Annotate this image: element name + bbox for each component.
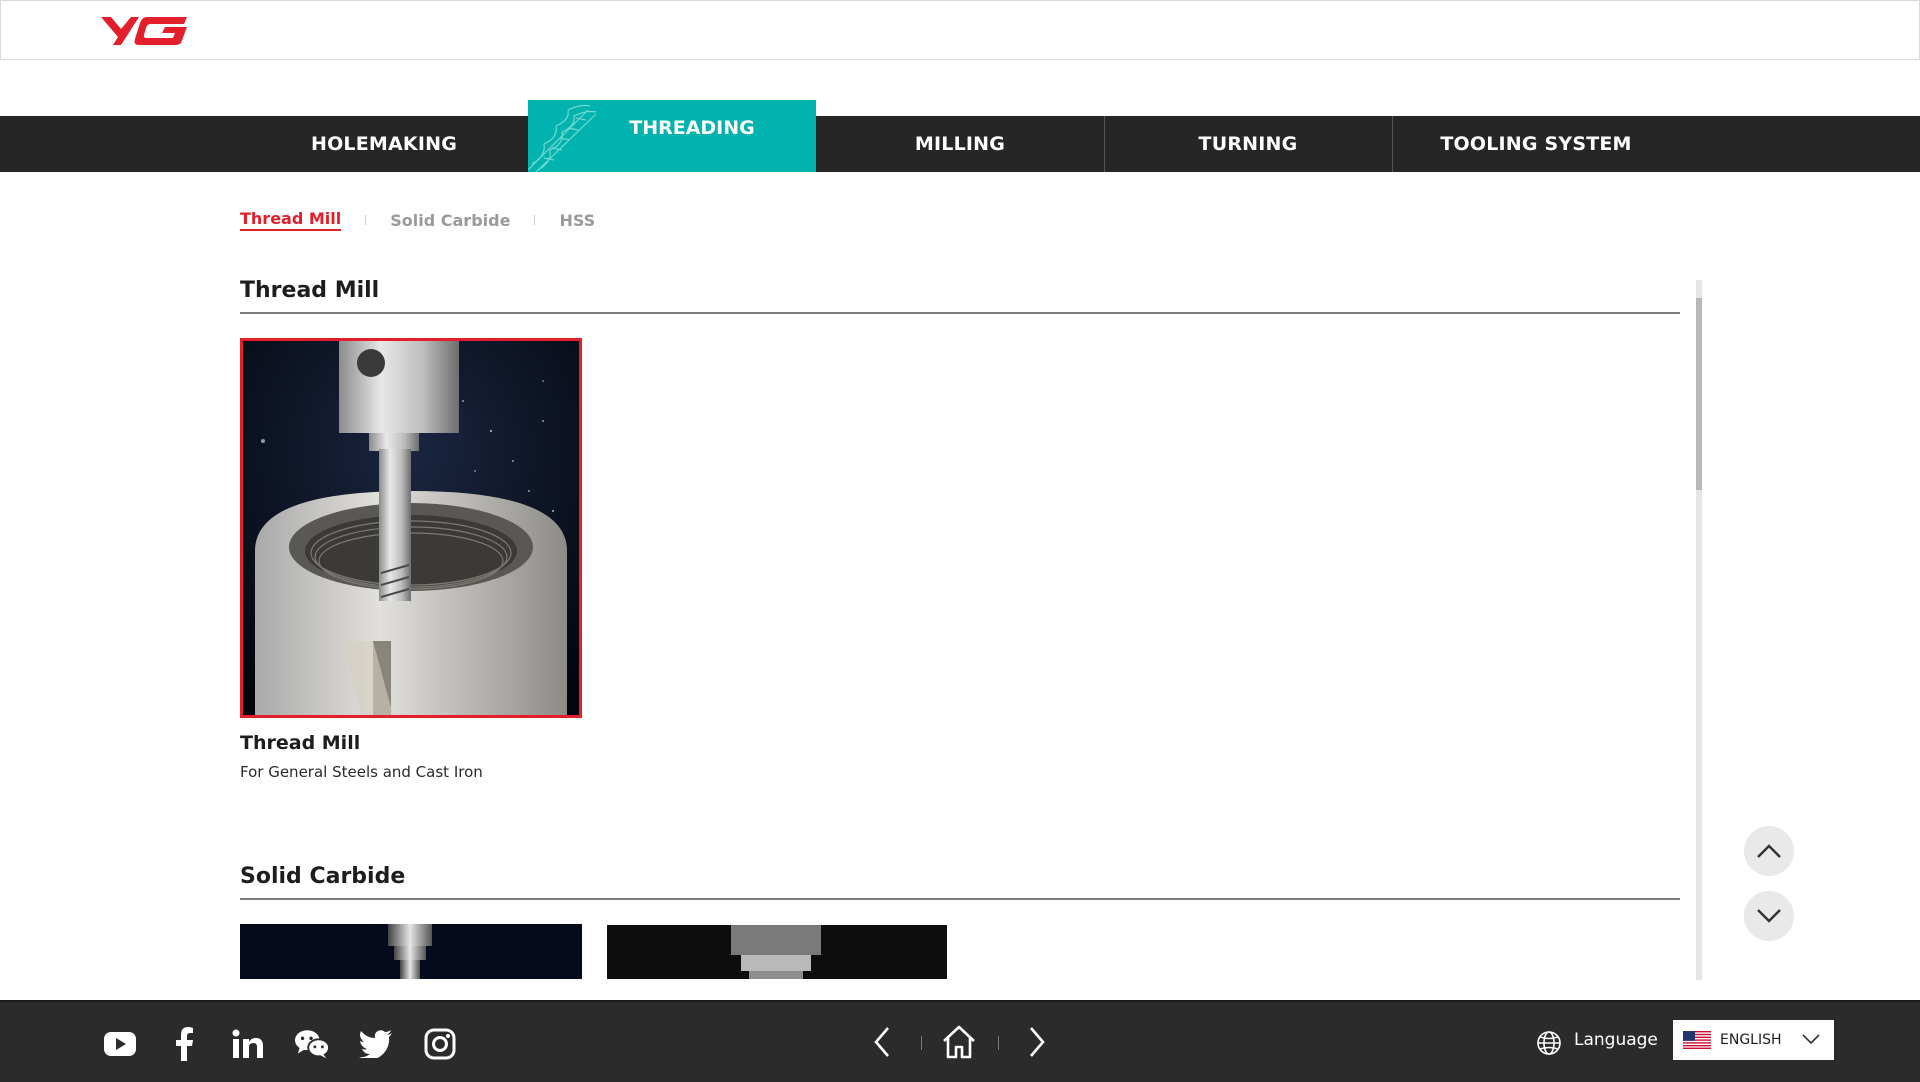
scroll-up-button[interactable] <box>1744 826 1794 876</box>
top-header <box>0 0 1920 60</box>
previous-page-button[interactable] <box>864 1024 900 1060</box>
subtab-divider <box>534 215 536 225</box>
language-select-value: ENGLISH <box>1720 1032 1782 1048</box>
category-tabs: Thread Mill Solid Carbide HSS <box>240 208 595 232</box>
solid-carbide-product-image <box>607 925 947 979</box>
product-card-solid-carbide-2-image[interactable] <box>607 925 947 979</box>
nav-milling[interactable]: MILLING <box>816 116 1104 172</box>
subtab-divider <box>365 215 367 225</box>
nav-holemaking[interactable]: HOLEMAKING <box>240 116 528 172</box>
scroll-down-button[interactable] <box>1744 891 1794 941</box>
globe-icon <box>1537 1031 1561 1055</box>
product-card-title[interactable]: Thread Mill <box>240 732 360 754</box>
product-card-solid-carbide-1-image[interactable] <box>240 924 582 979</box>
facebook-icon[interactable] <box>166 1026 202 1062</box>
nav-tooling-system-label: TOOLING SYSTEM <box>1440 133 1632 155</box>
chevron-up-icon <box>1757 844 1781 858</box>
product-card-subtitle: For General Steels and Cast Iron <box>240 763 483 781</box>
main-nav: HOLEMAKING MILLING TURNING TOOLING SYSTE… <box>0 116 1920 172</box>
wechat-icon[interactable] <box>294 1026 330 1062</box>
linkedin-icon[interactable] <box>230 1026 266 1062</box>
section-divider <box>240 898 1680 900</box>
subtab-thread-mill[interactable]: Thread Mill <box>240 209 342 231</box>
home-button[interactable] <box>941 1024 977 1060</box>
nav-tooling-system[interactable]: TOOLING SYSTEM <box>1392 116 1680 172</box>
scrollbar-thumb[interactable] <box>1696 298 1702 490</box>
language-select[interactable]: ENGLISH <box>1673 1020 1834 1060</box>
chevron-down-icon <box>1757 909 1781 923</box>
instagram-icon[interactable] <box>422 1026 458 1062</box>
nav-holemaking-label: HOLEMAKING <box>310 133 458 155</box>
subtab-hss[interactable]: HSS <box>559 211 595 230</box>
language-label: Language <box>1574 1030 1658 1050</box>
footer-nav-divider <box>921 1036 922 1050</box>
next-page-button[interactable] <box>1019 1024 1055 1060</box>
section-divider <box>240 312 1680 314</box>
solid-carbide-product-image <box>240 924 582 979</box>
section-title-thread-mill: Thread Mill <box>240 278 380 303</box>
nav-threading[interactable]: THREADING <box>528 100 816 172</box>
nav-turning[interactable]: TURNING <box>1104 116 1392 172</box>
nav-turning-label: TURNING <box>1198 133 1298 155</box>
footer-bar: Language ENGLISH <box>0 1000 1920 1082</box>
chevron-right-icon <box>1030 1027 1045 1057</box>
yg-logo[interactable] <box>99 13 191 49</box>
thread-mill-product-image <box>243 341 579 715</box>
chevron-left-icon <box>874 1027 889 1057</box>
product-card-thread-mill-image[interactable] <box>240 338 582 718</box>
subtab-solid-carbide[interactable]: Solid Carbide <box>390 211 510 230</box>
nav-threading-label: THREADING <box>629 117 755 139</box>
twitter-icon[interactable] <box>358 1026 394 1062</box>
chevron-down-icon <box>1802 1034 1820 1045</box>
section-title-solid-carbide: Solid Carbide <box>240 864 406 889</box>
us-flag-icon <box>1683 1031 1711 1049</box>
youtube-icon[interactable] <box>102 1026 138 1062</box>
product-list: Thread Mill Thread Mill For General Stee… <box>240 276 1680 979</box>
footer-nav-divider <box>998 1036 999 1050</box>
nav-milling-label: MILLING <box>914 133 1006 155</box>
home-icon <box>943 1025 975 1059</box>
